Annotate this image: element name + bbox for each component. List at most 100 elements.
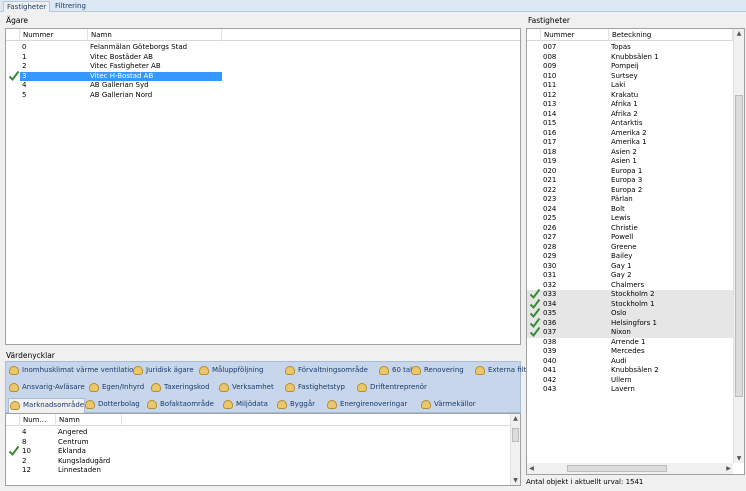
row-name: Afrika 1 bbox=[611, 100, 638, 108]
tab-fastigheter[interactable]: Fastigheter bbox=[3, 1, 51, 12]
scroll-up-icon[interactable]: ▲ bbox=[511, 414, 520, 423]
row-number: 013 bbox=[543, 100, 557, 108]
scroll-down-icon[interactable]: ▼ bbox=[511, 476, 520, 485]
table-row[interactable]: 1 Vitec Bostäder AB bbox=[6, 53, 520, 63]
table-row[interactable]: 028 Greene bbox=[527, 243, 733, 253]
table-row[interactable]: 022 Europa 2 bbox=[527, 186, 733, 196]
fastigheter-vertical-scrollbar[interactable]: ▲ ▼ bbox=[733, 29, 744, 463]
row-name: Europa 3 bbox=[611, 176, 643, 184]
vardenycklar-grid[interactable]: Num... Namn 4 Angered 8 Centrum 10 Eklanda 2 Ku… bbox=[5, 413, 521, 486]
row-number: 041 bbox=[543, 366, 557, 374]
table-row[interactable]: 032 Chalmers bbox=[527, 281, 733, 291]
fastigheter-col-beteckning[interactable]: Beteckning bbox=[609, 29, 733, 41]
table-row[interactable]: 023 Pärlan bbox=[527, 195, 733, 205]
agare-grid[interactable]: Nummer Namn 0 Felanmälan Göteborgs Stad 1 V… bbox=[5, 28, 521, 345]
table-row[interactable]: 029 Bailey bbox=[527, 252, 733, 262]
table-row[interactable]: 4 AB Gallerian Syd bbox=[6, 81, 520, 91]
table-row[interactable]: 012 Krakatu bbox=[527, 91, 733, 101]
tab-vardenyckel[interactable]: Marknadsområde bbox=[8, 398, 86, 414]
tab-vardenyckel[interactable]: Bofaktaområde bbox=[146, 398, 214, 411]
table-row[interactable]: 024 Bolt bbox=[527, 205, 733, 215]
table-row[interactable]: 026 Christie bbox=[527, 224, 733, 234]
scroll-thumb[interactable] bbox=[567, 465, 667, 472]
scroll-thumb[interactable] bbox=[735, 95, 743, 397]
table-row[interactable]: 010 Surtsey bbox=[527, 72, 733, 82]
fastigheter-horizontal-scrollbar[interactable]: ◀ ▶ bbox=[527, 463, 733, 474]
tab-vardenyckel[interactable]: Driftentreprenör bbox=[356, 381, 427, 394]
table-row[interactable]: 10 Eklanda bbox=[6, 445, 510, 457]
tab-vardenyckel[interactable]: Inomhusklimat värme ventilation bbox=[8, 364, 138, 377]
tab-vardenyckel[interactable]: Taxeringskod bbox=[150, 381, 210, 394]
helmet-icon bbox=[223, 400, 233, 409]
table-row[interactable]: 033 Stockholm 2 bbox=[527, 288, 733, 300]
vardenycklar-col-num[interactable]: Num... bbox=[20, 414, 56, 426]
table-row[interactable]: 030 Gay 1 bbox=[527, 262, 733, 272]
table-row[interactable]: 021 Europa 3 bbox=[527, 176, 733, 186]
table-row[interactable]: 013 Afrika 1 bbox=[527, 100, 733, 110]
tab-vardenyckel[interactable]: Externa filter bbox=[474, 364, 534, 377]
tab-filtrering[interactable]: Filtrering bbox=[52, 1, 89, 12]
table-row[interactable]: 4 Angered bbox=[6, 428, 510, 438]
table-row[interactable]: 016 Amerika 2 bbox=[527, 129, 733, 139]
table-row[interactable]: 041 Knubbsälen 2 bbox=[527, 366, 733, 376]
tab-vardenyckel[interactable]: Fastighetstyp bbox=[284, 381, 345, 394]
table-row[interactable]: 2 Vitec Fastigheter AB bbox=[6, 62, 520, 72]
table-row[interactable]: 009 Pompeij bbox=[527, 62, 733, 72]
table-row[interactable]: 12 Linnestaden bbox=[6, 466, 510, 476]
table-row[interactable]: 034 Stockholm 1 bbox=[527, 298, 733, 309]
table-row[interactable]: 5 AB Gallerian Nord bbox=[6, 91, 520, 101]
row-number: 042 bbox=[543, 375, 557, 384]
table-row[interactable]: 014 Afrika 2 bbox=[527, 110, 733, 120]
agare-col-nummer[interactable]: Nummer bbox=[20, 29, 88, 41]
table-row[interactable]: 008 Knubbsälen 1 bbox=[527, 53, 733, 63]
table-row[interactable]: 025 Lewis bbox=[527, 214, 733, 224]
table-row[interactable]: 020 Europa 1 bbox=[527, 167, 733, 177]
table-row[interactable]: 2 Kungsladugård bbox=[6, 457, 510, 467]
tab-vardenyckel[interactable]: 60 tal bbox=[378, 364, 412, 377]
vardenycklar-vertical-scrollbar[interactable]: ▲ ▼ bbox=[510, 414, 520, 485]
table-row[interactable]: 8 Centrum bbox=[6, 438, 510, 448]
table-row[interactable]: 017 Amerika 1 bbox=[527, 138, 733, 148]
table-row[interactable]: 039 Mercedes bbox=[527, 347, 733, 357]
agare-col-namn[interactable]: Namn bbox=[88, 29, 222, 41]
tab-vardenyckel[interactable]: Värmekällor bbox=[420, 398, 476, 411]
scroll-up-icon[interactable]: ▲ bbox=[734, 29, 744, 38]
scroll-right-icon[interactable]: ▶ bbox=[724, 464, 733, 473]
fastigheter-grid[interactable]: Nummer Beteckning 007 Topas 008 Knubbsälen … bbox=[526, 28, 745, 475]
vardenycklar-tab-row-1: Inomhusklimat värme ventilation Juridisk … bbox=[6, 362, 534, 379]
table-row[interactable]: 038 Arrende 1 bbox=[527, 338, 733, 348]
tab-vardenyckel[interactable]: Förvaltningsområde bbox=[284, 364, 368, 377]
tab-vardenyckel[interactable]: Miljödata bbox=[222, 398, 268, 411]
table-row[interactable]: 0 Felanmälan Göteborgs Stad bbox=[6, 43, 520, 53]
table-row[interactable]: 035 Oslo bbox=[527, 307, 733, 319]
table-row[interactable]: 040 Audi bbox=[527, 357, 733, 367]
table-row[interactable]: 018 Asien 2 bbox=[527, 148, 733, 158]
row-number: 034 bbox=[543, 299, 557, 308]
fastigheter-col-nummer[interactable]: Nummer bbox=[541, 29, 609, 41]
tab-vardenyckel[interactable]: Energirenoveringar bbox=[326, 398, 407, 411]
scroll-left-icon[interactable]: ◀ bbox=[527, 464, 536, 473]
table-row[interactable]: 042 Ullern bbox=[527, 376, 733, 386]
table-row[interactable]: 011 Laki bbox=[527, 81, 733, 91]
tab-vardenyckel[interactable]: Juridisk ägare bbox=[132, 364, 194, 377]
tab-vardenyckel[interactable]: Dotterbolag bbox=[84, 398, 140, 411]
table-row[interactable]: 043 Lavern bbox=[527, 385, 733, 395]
table-row[interactable]: 031 Gay 2 bbox=[527, 271, 733, 281]
scroll-down-icon[interactable]: ▼ bbox=[734, 454, 744, 463]
tab-vardenyckel[interactable]: Egen/Inhyrd bbox=[88, 381, 144, 394]
table-row[interactable]: 036 Helsingfors 1 bbox=[527, 317, 733, 328]
table-row[interactable]: 015 Antarktis bbox=[527, 119, 733, 129]
table-row[interactable]: 3 Vitec H-Bostad AB bbox=[6, 70, 520, 81]
tab-vardenyckel[interactable]: Måluppföljning bbox=[198, 364, 264, 377]
tab-vardenyckel[interactable]: Verksamhet bbox=[218, 381, 274, 394]
vardenycklar-col-namn[interactable]: Namn bbox=[56, 414, 122, 426]
tab-vardenyckel[interactable]: Byggår bbox=[276, 398, 315, 411]
table-row[interactable]: 027 Powell bbox=[527, 233, 733, 243]
row-number: 2 bbox=[22, 456, 27, 465]
table-row[interactable]: 019 Asien 1 bbox=[527, 157, 733, 167]
scroll-thumb[interactable] bbox=[512, 428, 519, 442]
table-row[interactable]: 037 Nixon bbox=[527, 326, 733, 338]
tab-vardenyckel[interactable]: Renovering bbox=[410, 364, 464, 377]
table-row[interactable]: 007 Topas bbox=[527, 43, 733, 53]
tab-vardenyckel[interactable]: Ansvarig-Avläsare bbox=[8, 381, 85, 394]
